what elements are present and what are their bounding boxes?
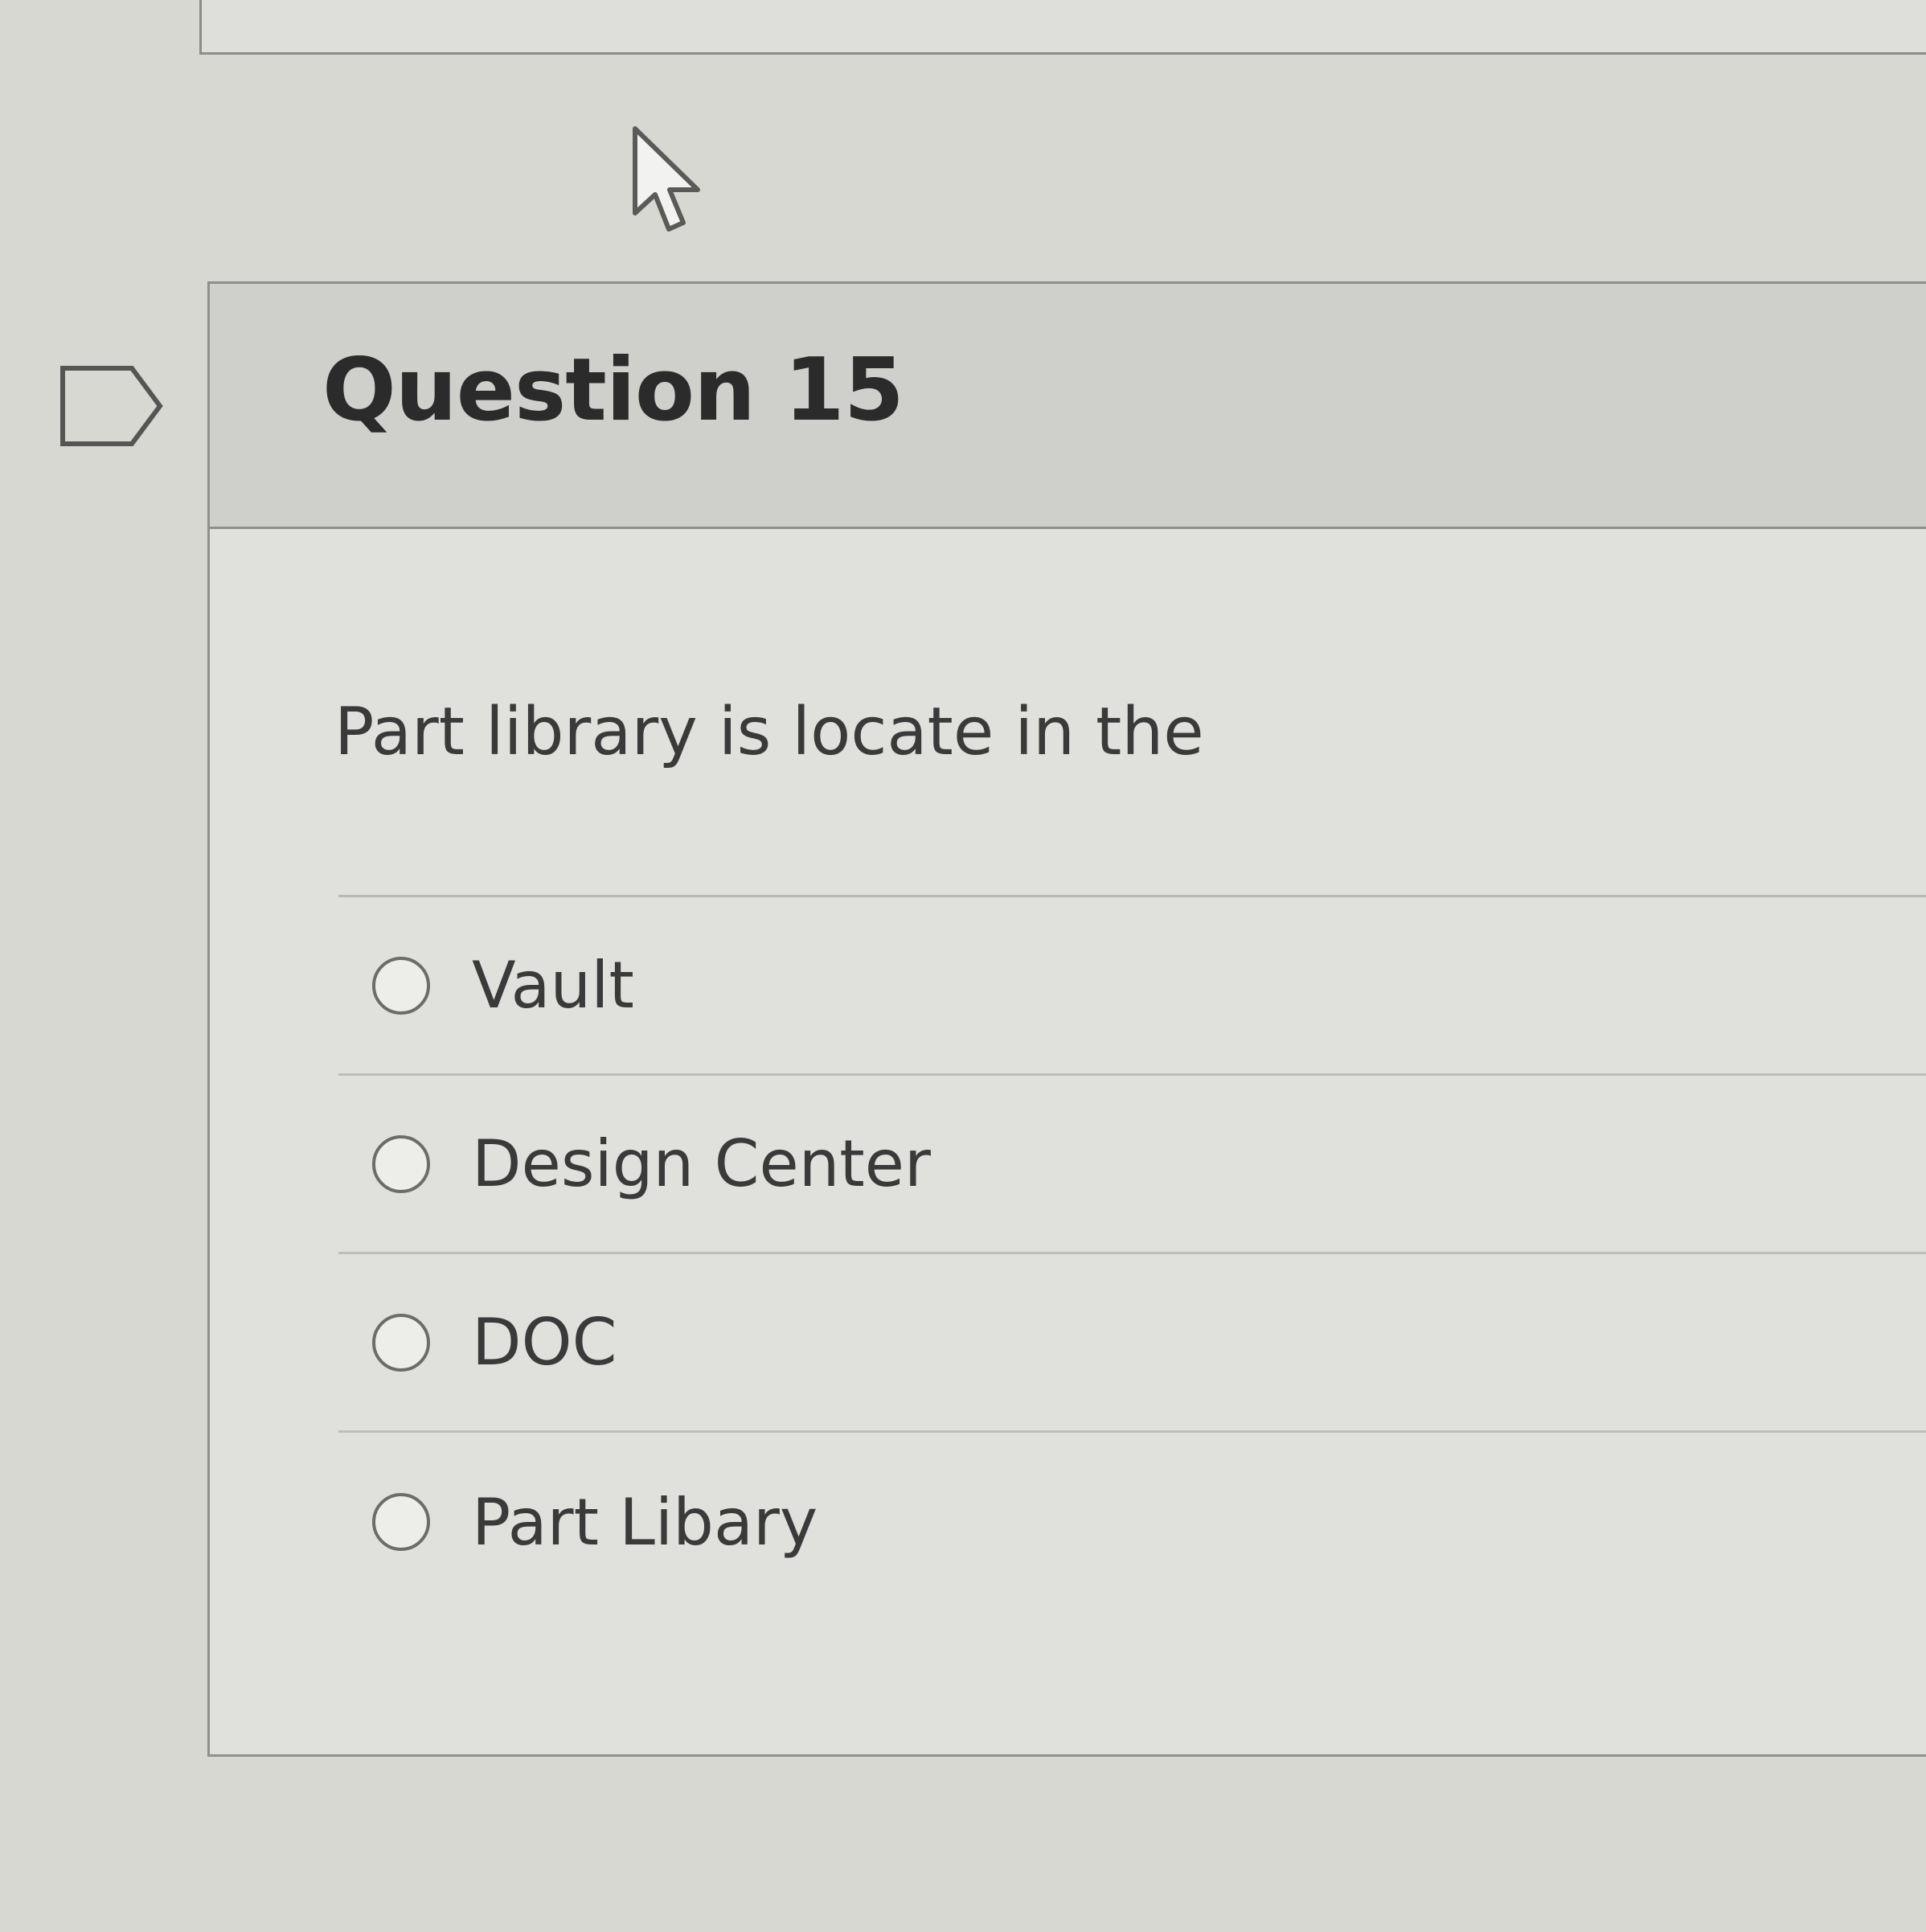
radio-unchecked-icon[interactable]: [372, 956, 430, 1015]
answer-option-vault[interactable]: Vault: [338, 897, 1926, 1076]
question-header: Question 15: [210, 284, 1926, 529]
answer-label: Design Center: [472, 1126, 931, 1201]
radio-unchecked-icon[interactable]: [372, 1493, 430, 1551]
answer-label: DOC: [472, 1305, 617, 1380]
answer-option-design-center[interactable]: Design Center: [338, 1076, 1926, 1254]
question-text: Part library is locate in the: [334, 694, 1204, 770]
answer-option-doc[interactable]: DOC: [338, 1254, 1926, 1433]
flag-question-icon[interactable]: [58, 362, 166, 450]
radio-unchecked-icon[interactable]: [372, 1313, 430, 1372]
mouse-pointer-icon: [633, 126, 700, 232]
answer-label: Vault: [472, 948, 634, 1023]
question-card: Question 15 Part library is locate in th…: [207, 281, 1926, 1757]
answer-option-part-libary[interactable]: Part Libary: [338, 1433, 1926, 1611]
answer-list: Vault Design Center DOC Part Libary: [338, 895, 1926, 1611]
previous-question-card: [199, 0, 1926, 55]
radio-unchecked-icon[interactable]: [372, 1134, 430, 1193]
question-title: Question 15: [322, 340, 904, 441]
answer-label: Part Libary: [472, 1484, 818, 1560]
